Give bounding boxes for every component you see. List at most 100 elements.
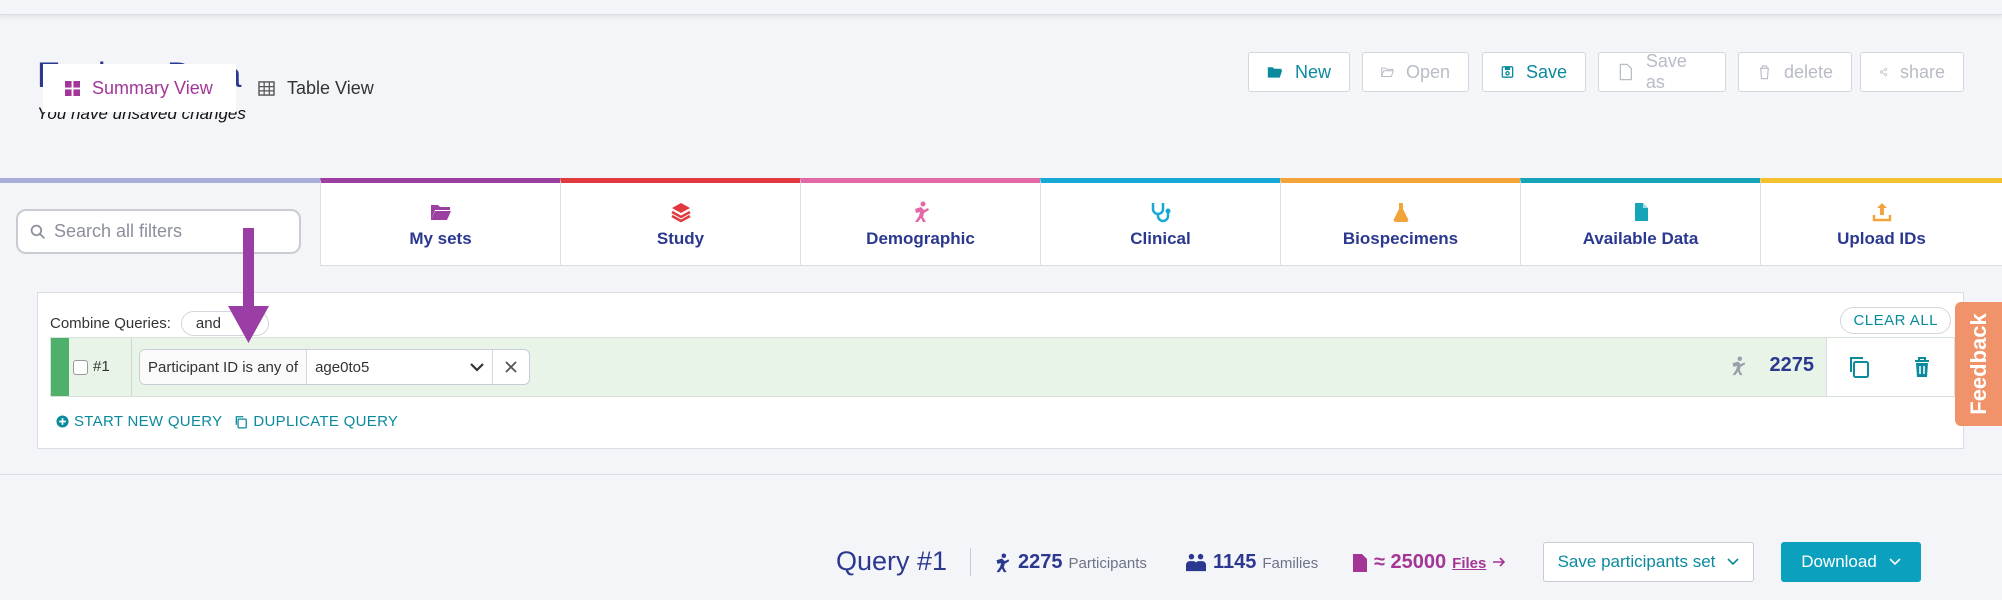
tab-summary-view-label: Summary View <box>92 77 213 98</box>
flask-icon <box>1393 202 1408 222</box>
query-builder-panel: Combine Queries: and CLEAR ALL #1 Partic… <box>37 292 1964 449</box>
participants-label: Participants <box>1068 555 1147 572</box>
divider <box>131 338 132 396</box>
delete-button-label: delete <box>1783 61 1833 82</box>
delete-button[interactable]: delete <box>1738 52 1852 92</box>
families-count: 1145 <box>1213 551 1257 573</box>
filter-value-select[interactable]: age0to5 <box>307 350 494 384</box>
files-stat[interactable]: ≈ 25000 Files <box>1352 551 1506 574</box>
save-button-label: Save <box>1525 61 1567 82</box>
query-links: START NEW QUERY DUPLICATE QUERY <box>56 413 398 430</box>
query-row[interactable]: #1 Participant ID is any of age0to5 2275 <box>50 337 1955 397</box>
stethoscope-icon <box>1151 202 1170 222</box>
copy-icon <box>236 415 248 428</box>
combine-queries-label: Combine Queries: <box>50 315 171 332</box>
trash-icon <box>1759 65 1769 80</box>
download-label: Download <box>1801 552 1877 571</box>
person-icon <box>1732 355 1745 375</box>
results-query-title: Query #1 <box>836 546 948 576</box>
layers-icon <box>670 202 691 222</box>
category-my-sets-label: My sets <box>409 228 472 248</box>
save-as-button[interactable]: Save as <box>1598 51 1726 92</box>
save-icon <box>1501 66 1514 78</box>
query-color-bar <box>51 338 69 396</box>
category-available-data-label: Available Data <box>1582 228 1699 248</box>
clear-all-button[interactable]: CLEAR ALL <box>1840 307 1951 334</box>
category-study[interactable]: Study <box>560 178 800 266</box>
files-link[interactable]: Files <box>1452 555 1486 572</box>
folder-open-icon <box>430 204 451 220</box>
grid-icon <box>65 80 80 96</box>
tab-summary-view[interactable]: Summary View <box>43 64 236 112</box>
filter-category-bar: My sets Study Demographic Clinical Biosp… <box>0 178 2002 266</box>
query-checkbox[interactable] <box>73 360 88 375</box>
share-button[interactable]: share <box>1860 52 1964 92</box>
category-demographic[interactable]: Demographic <box>800 178 1040 266</box>
share-button-label: share <box>1899 61 1945 82</box>
save-participants-set-dropdown[interactable]: Save participants set <box>1543 542 1754 582</box>
folder-open-icon <box>1267 67 1283 78</box>
participants-stat: 2275 Participants <box>992 551 1147 574</box>
close-icon <box>505 361 517 373</box>
category-clinical-label: Clinical <box>1130 228 1191 248</box>
category-biospecimens-label: Biospecimens <box>1342 228 1459 248</box>
category-study-label: Study <box>656 228 705 248</box>
file-icon <box>1353 553 1367 572</box>
folder-open-icon <box>1381 67 1394 78</box>
chevron-down-icon <box>1727 558 1739 566</box>
chevron-down-icon <box>470 363 484 372</box>
trash-icon[interactable] <box>1910 355 1934 379</box>
feedback-tab[interactable]: Feedback <box>1955 302 2002 426</box>
family-icon <box>1186 553 1206 571</box>
plus-circle-icon <box>56 415 69 428</box>
search-icon <box>30 224 46 239</box>
save-button[interactable]: Save <box>1482 52 1586 92</box>
duplicate-query-label: DUPLICATE QUERY <box>253 413 399 430</box>
category-upload-ids[interactable]: Upload IDs <box>1760 178 2002 266</box>
upload-icon <box>1872 202 1891 221</box>
files-count: ≈ 25000 <box>1374 551 1447 573</box>
feedback-label: Feedback <box>1965 313 1991 415</box>
remove-filter-button[interactable] <box>493 350 529 384</box>
category-biospecimens[interactable]: Biospecimens <box>1280 178 1520 266</box>
tab-table-view-label: Table View <box>287 77 374 98</box>
category-clinical[interactable]: Clinical <box>1040 178 1280 266</box>
new-button-label: New <box>1294 61 1331 82</box>
chevron-down-icon <box>1889 558 1901 566</box>
query-filter-pill[interactable]: Participant ID is any of age0to5 <box>139 349 531 385</box>
open-button-label: Open <box>1405 61 1450 82</box>
query-number: #1 <box>93 358 110 375</box>
filter-value-text: age0to5 <box>315 358 370 376</box>
tab-table-view[interactable]: Table View <box>258 64 374 112</box>
start-new-query-label: START NEW QUERY <box>74 413 223 430</box>
category-my-sets[interactable]: My sets <box>320 178 560 266</box>
category-upload-ids-label: Upload IDs <box>1837 228 1926 248</box>
file-icon <box>1619 63 1633 81</box>
annotation-arrow <box>228 228 269 343</box>
divider <box>970 548 971 576</box>
duplicate-query-link[interactable]: DUPLICATE QUERY <box>234 413 398 430</box>
families-stat: 1145 Families <box>1185 551 1318 574</box>
download-dropdown[interactable]: Download <box>1781 542 1921 582</box>
filter-field-label[interactable]: Participant ID is any of <box>140 350 308 384</box>
open-button[interactable]: Open <box>1362 52 1469 92</box>
person-icon <box>996 552 1010 572</box>
start-new-query-link[interactable]: START NEW QUERY <box>56 413 222 430</box>
query-participant-count: 2275 <box>1728 354 1815 377</box>
top-shadow-line <box>0 0 2002 15</box>
category-available-data[interactable]: Available Data <box>1520 178 1760 266</box>
query-actions <box>1826 338 1954 396</box>
new-button[interactable]: New <box>1248 52 1350 92</box>
participants-count: 2275 <box>1018 551 1063 573</box>
share-icon <box>1879 67 1888 77</box>
file-icon <box>1634 202 1648 221</box>
families-label: Families <box>1262 555 1319 572</box>
person-icon <box>914 201 929 222</box>
table-icon <box>258 80 275 96</box>
copy-icon[interactable] <box>1847 355 1871 379</box>
save-participants-set-label: Save participants set <box>1557 552 1716 571</box>
save-as-button-label: Save as <box>1645 51 1687 92</box>
arrow-right-icon <box>1493 557 1506 567</box>
category-demographic-label: Demographic <box>866 228 975 248</box>
query-count-value: 2275 <box>1769 354 1815 376</box>
